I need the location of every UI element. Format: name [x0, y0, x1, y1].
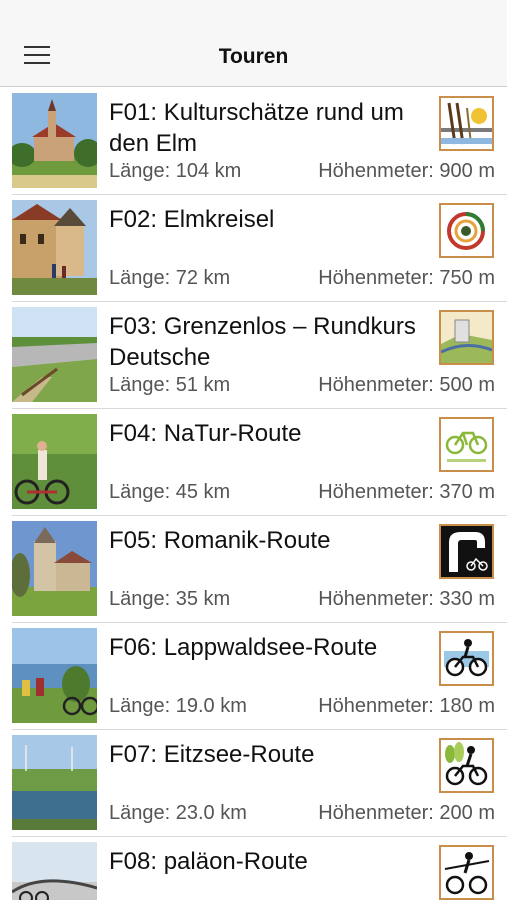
tour-photo-eitzsee	[12, 735, 97, 830]
cyclist-lake-icon	[439, 631, 494, 686]
tour-length: Länge: 51 km	[109, 374, 231, 396]
tour-row-f04[interactable]: F04: NaTur-Route Länge: 45 km Höhenmeter…	[0, 409, 507, 516]
tour-elevation: Höhenmeter: 750 m	[318, 267, 495, 289]
bridge-sun-icon	[439, 96, 494, 151]
navigation-bar: Touren	[0, 0, 507, 87]
green-bicycle-icon	[439, 417, 494, 472]
tour-elevation: Höhenmeter: 330 m	[318, 588, 495, 610]
tour-photo-cyclists	[12, 414, 97, 509]
tour-row-f07[interactable]: F07: Eitzsee-Route Länge: 23.0 km Höhenm…	[0, 730, 507, 837]
tour-elevation: Höhenmeter: 180 m	[318, 695, 495, 717]
tour-title: F05: Romanik-Route	[109, 527, 331, 554]
tour-length: Länge: 45 km	[109, 481, 231, 503]
tour-title: F06: Lappwaldsee-Route	[109, 634, 378, 661]
page-title: Touren	[218, 45, 289, 68]
tower-landscape-icon	[439, 310, 494, 365]
tour-title: F04: NaTur-Route	[109, 420, 302, 447]
tour-row-f05[interactable]: F05: Romanik-Route Länge: 35 km Höhenmet…	[0, 516, 507, 623]
tour-elevation: Höhenmeter: 200 m	[318, 802, 495, 824]
tour-row-f01[interactable]: F01: Kulturschätze rund um den Elm Länge…	[0, 88, 507, 195]
tour-row-f08[interactable]: F08: paläon-Route	[0, 837, 507, 900]
tour-photo-romanesque-church	[12, 521, 97, 616]
tour-photo-lake	[12, 628, 97, 723]
tour-length: Länge: 19.0 km	[109, 695, 247, 717]
tour-length: Länge: 104 km	[109, 160, 242, 182]
tour-title: F03: Grenzenlos – Rundkurs Deutsche	[109, 313, 416, 371]
tour-elevation: Höhenmeter: 370 m	[318, 481, 495, 503]
tour-photo-paleon	[12, 842, 97, 900]
arch-bicycle-icon	[439, 524, 494, 579]
tour-row-f06[interactable]: F06: Lappwaldsee-Route Länge: 19.0 km Hö…	[0, 623, 507, 730]
circle-swirl-icon	[439, 203, 494, 258]
tour-photo-wall	[12, 307, 97, 402]
tour-title: F01: Kulturschätze rund um den Elm	[109, 99, 404, 157]
cyclist-trees-icon	[439, 738, 494, 793]
tour-title: F02: Elmkreisel	[109, 206, 275, 233]
tour-row-f02[interactable]: F02: Elmkreisel Länge: 72 km Höhenmeter:…	[0, 195, 507, 302]
tour-elevation: Höhenmeter: 900 m	[318, 160, 495, 182]
cyclist-spear-icon	[439, 845, 494, 900]
tour-photo-church	[12, 93, 97, 188]
tour-photo-castle	[12, 200, 97, 295]
tour-elevation: Höhenmeter: 500 m	[318, 374, 495, 396]
tour-length: Länge: 72 km	[109, 267, 231, 289]
tour-title: F07: Eitzsee-Route	[109, 741, 315, 768]
tour-title: F08: paläon-Route	[109, 848, 308, 875]
tour-length: Länge: 35 km	[109, 588, 231, 610]
tour-length: Länge: 23.0 km	[109, 802, 247, 824]
tour-row-f03[interactable]: F03: Grenzenlos – Rundkurs Deutsche Läng…	[0, 302, 507, 409]
